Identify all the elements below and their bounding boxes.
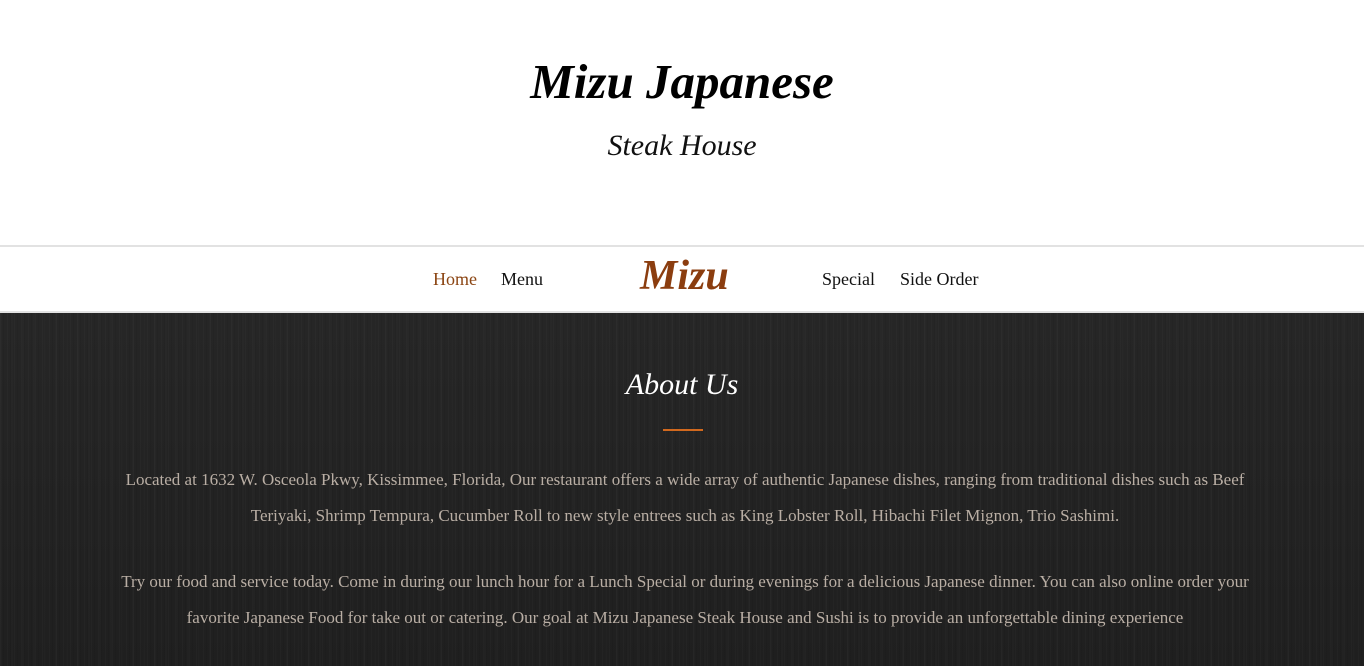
- main-navigation: Home Menu Mizu Special Side Order: [0, 245, 1364, 313]
- nav-item-menu[interactable]: Menu: [501, 268, 543, 290]
- nav-item-special[interactable]: Special: [822, 268, 875, 290]
- nav-logo[interactable]: Mizu: [640, 250, 729, 302]
- site-subtitle: Steak House: [607, 129, 757, 162]
- nav-item-home[interactable]: Home: [433, 268, 477, 290]
- about-heading: About Us: [625, 368, 739, 401]
- site-header: Mizu Japanese Steak House: [0, 0, 1364, 245]
- about-divider: [663, 429, 703, 431]
- site-title: Mizu Japanese: [530, 54, 834, 109]
- about-paragraph-2: Try our food and service today. Come in …: [121, 572, 1249, 627]
- nav-item-side-order[interactable]: Side Order: [900, 268, 978, 290]
- about-paragraph-1: Located at 1632 W. Osceola Pkwy, Kissimm…: [125, 470, 1245, 525]
- about-section: About Us Located at 1632 W. Osceola Pkwy…: [0, 313, 1364, 666]
